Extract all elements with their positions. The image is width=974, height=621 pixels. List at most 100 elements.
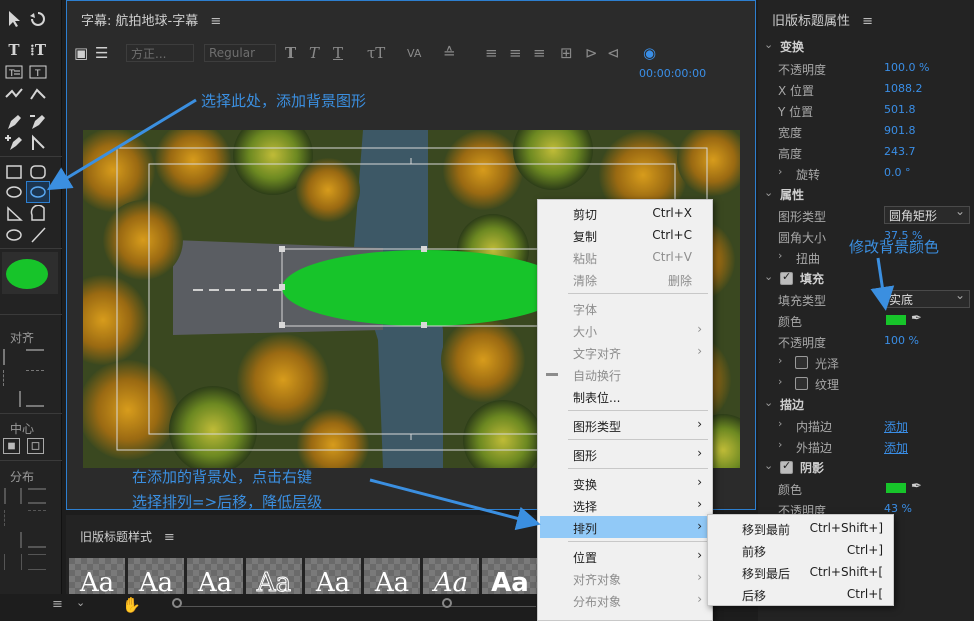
menu-item-distribute-objects[interactable]: 分布对象 ›: [538, 589, 712, 611]
add-inner-stroke-link[interactable]: 添加: [884, 418, 908, 435]
attributes-section[interactable]: ⌄ 属性: [758, 184, 974, 205]
add-outer-stroke-link[interactable]: 添加: [884, 439, 908, 456]
show-background-video-icon[interactable]: ◉: [643, 43, 656, 63]
menu-item-position[interactable]: 位置 ›: [538, 545, 712, 567]
align-left-icon[interactable]: [3, 349, 21, 365]
align-right-icon[interactable]: [3, 391, 21, 407]
eyedropper-icon[interactable]: ✒: [911, 479, 922, 494]
menu-item-word-wrap[interactable]: 自动换行: [538, 363, 712, 385]
editor-menu-icon[interactable]: ≡: [210, 14, 221, 29]
insert-logo-icon[interactable]: ⊳: [585, 43, 598, 63]
menu-item-tab-stops[interactable]: 制表位...: [538, 385, 712, 407]
vertical-area-type-tool-icon[interactable]: T: [27, 62, 49, 82]
menu-item-copy[interactable]: 复制 Ctrl+C: [538, 224, 712, 246]
center-horizontal-icon[interactable]: [3, 438, 20, 454]
vertical-path-type-tool-icon[interactable]: [27, 84, 49, 104]
distribute-hcenter-icon[interactable]: [4, 510, 22, 526]
menu-item-clear[interactable]: 清除 删除: [538, 268, 712, 290]
rectangle-tool-icon[interactable]: [3, 162, 25, 182]
delete-anchor-tool-icon[interactable]: [27, 112, 49, 132]
distribute-hspace-icon[interactable]: [4, 554, 22, 570]
menu-item-paste[interactable]: 粘贴 Ctrl+V: [538, 246, 712, 268]
shadow-color-swatch[interactable]: [886, 483, 906, 493]
menu-item-graphic-type[interactable]: 图形类型 ›: [538, 414, 712, 436]
menu-item-arrange[interactable]: 排列 ›: [540, 516, 710, 538]
rotation-value[interactable]: 0.0 °: [884, 166, 911, 179]
add-anchor-tool-icon[interactable]: [3, 133, 25, 153]
line-tool-icon[interactable]: [27, 225, 49, 245]
underline-icon[interactable]: T: [333, 43, 343, 63]
shadow-section[interactable]: ⌄ 阴影: [758, 457, 974, 478]
align-vcenter-icon[interactable]: [26, 370, 44, 386]
fill-type-select[interactable]: 实底: [884, 288, 970, 308]
ellipse-small-tool-icon[interactable]: [3, 225, 25, 245]
menu-item-text-align[interactable]: 文字对齐 ›: [538, 341, 712, 363]
submenu-bring-to-front[interactable]: 移到最前 Ctrl+Shift+]: [708, 517, 893, 539]
hand-tool-icon[interactable]: ✋: [122, 596, 141, 614]
align-text-left-icon[interactable]: ≡: [485, 43, 498, 63]
submenu-send-backward[interactable]: 后移 Ctrl+[: [708, 583, 893, 605]
tab-stop-icon[interactable]: ⊞: [560, 43, 573, 63]
menu-item-size[interactable]: 大小 ›: [538, 319, 712, 341]
font-family-select[interactable]: 方正...: [126, 44, 194, 62]
vertical-type-tool-icon[interactable]: ⁞T: [27, 40, 49, 60]
fill-color-swatch[interactable]: [886, 315, 906, 325]
distribute-top-icon[interactable]: [28, 488, 46, 504]
distribute-vspace-icon[interactable]: [28, 554, 46, 570]
styles-menu-icon[interactable]: ≡: [164, 530, 175, 545]
convert-anchor-tool-icon[interactable]: [27, 133, 49, 153]
kerning-icon[interactable]: VA: [407, 43, 421, 63]
opacity-value[interactable]: 100.0 %: [884, 61, 929, 74]
distribute-right-icon[interactable]: [4, 532, 22, 548]
fill-opacity-value[interactable]: 100 %: [884, 334, 919, 347]
texture-checkbox[interactable]: [795, 377, 808, 390]
props-menu-icon[interactable]: ≡: [862, 14, 873, 29]
strokes-section[interactable]: ⌄ 描边: [758, 394, 974, 415]
selection-tool-icon[interactable]: [3, 9, 25, 29]
rotation-row[interactable]: › 旋转 0.0 °: [758, 163, 974, 184]
menu-item-align-objects[interactable]: 对齐对象 ›: [538, 567, 712, 589]
font-size-icon[interactable]: τT: [367, 43, 385, 63]
menu-item-select[interactable]: 选择 ›: [538, 494, 712, 516]
chevron-down-icon[interactable]: ⌄: [76, 596, 85, 609]
fill-section[interactable]: ⌄ 填充: [758, 268, 974, 289]
align-text-right-icon[interactable]: ≡: [533, 43, 546, 63]
x-position-value[interactable]: 1088.2: [884, 82, 923, 95]
menu-item-font[interactable]: 字体: [538, 297, 712, 319]
menu-item-cut[interactable]: 剪切 Ctrl+X: [538, 202, 712, 224]
type-tool-icon[interactable]: T: [3, 40, 25, 60]
align-text-center-icon[interactable]: ≡: [509, 43, 522, 63]
area-type-tool-icon[interactable]: T: [3, 62, 25, 82]
timecode[interactable]: 00:00:00:00: [639, 67, 706, 80]
tab-stops-icon[interactable]: ☰: [95, 43, 108, 63]
italic-icon[interactable]: T: [309, 43, 319, 63]
leading-icon[interactable]: ≙: [443, 43, 456, 63]
reset-icon[interactable]: ⊲: [607, 43, 620, 63]
wedge-tool-icon[interactable]: [3, 204, 25, 224]
scroll-handle-left[interactable]: [172, 598, 182, 608]
scrollbar-track[interactable]: [176, 606, 536, 607]
submenu-bring-forward[interactable]: 前移 Ctrl+]: [708, 539, 893, 561]
distribute-left-icon[interactable]: [4, 488, 22, 504]
font-style-select[interactable]: Regular: [204, 44, 276, 62]
align-top-icon[interactable]: [26, 349, 44, 365]
shape-type-select[interactable]: 圆角矩形: [884, 204, 970, 224]
pen-tool-icon[interactable]: [3, 112, 25, 132]
distribute-bottom-icon[interactable]: [28, 532, 46, 548]
submenu-send-to-back[interactable]: 移到最后 Ctrl+Shift+[: [708, 561, 893, 583]
y-position-value[interactable]: 501.8: [884, 103, 916, 116]
arc-tool-icon[interactable]: [27, 204, 49, 224]
fill-checkbox[interactable]: [780, 270, 793, 285]
rounded-rectangle-tool-icon[interactable]: [27, 162, 49, 182]
distribute-vcenter-icon[interactable]: [28, 510, 46, 526]
center-vertical-icon[interactable]: [27, 438, 44, 454]
texture-row[interactable]: › 纹理: [758, 373, 974, 394]
roll-crawl-icon[interactable]: ▣: [74, 43, 88, 63]
shadow-checkbox[interactable]: [780, 459, 793, 474]
width-value[interactable]: 901.8: [884, 124, 916, 137]
ellipse-tool-icon[interactable]: [3, 182, 25, 202]
clipped-ellipse-tool-icon[interactable]: [26, 181, 50, 203]
align-bottom-icon[interactable]: [26, 391, 44, 407]
eyedropper-icon[interactable]: ✒: [911, 311, 922, 326]
menu-item-graphic[interactable]: 图形 ›: [538, 443, 712, 465]
